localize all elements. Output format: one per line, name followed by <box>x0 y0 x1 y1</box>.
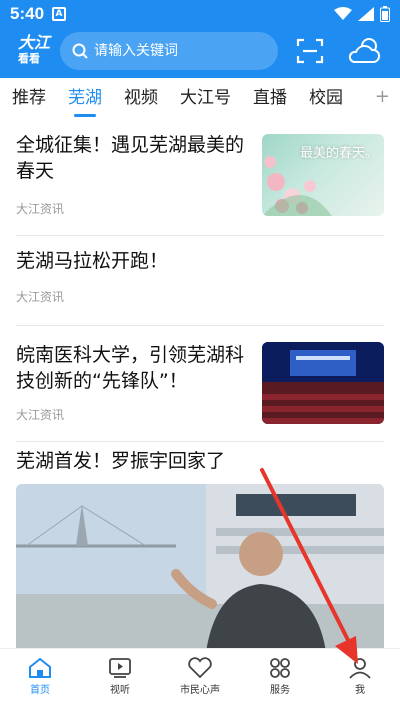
channel-tabs: 推荐 芜湖 视频 大江号 直播 校园 + <box>0 78 400 118</box>
thumbnail-caption: 最美的春天。 <box>299 146 378 161</box>
header-bar: 5:40 A 大江 看看 <box>0 0 400 78</box>
search-bar[interactable] <box>60 32 278 70</box>
news-source: 大江资讯 <box>16 408 65 422</box>
signal-icon <box>358 7 374 21</box>
news-item[interactable]: 皖南医科大学，引领芜湖科技创新的“先锋队”！ 大江资讯 <box>16 326 384 442</box>
nav-label: 首页 <box>30 685 50 696</box>
search-input[interactable] <box>94 43 264 59</box>
news-feed: 全城征集！遇见芜湖最美的春天 大江资讯 最美的春天。 芜湖马拉松开跑！ 大江资讯… <box>16 118 384 648</box>
conference-illustration <box>262 342 384 424</box>
news-thumbnail-conference-hall <box>262 342 384 424</box>
news-title: 芜湖马拉松开跑！ <box>16 250 169 272</box>
nav-home[interactable]: 首页 <box>0 649 80 710</box>
logo-text-top: 大江 <box>18 33 51 52</box>
video-play-icon <box>109 658 131 678</box>
tab-live[interactable]: 直播 <box>242 79 298 117</box>
user-icon <box>349 658 371 679</box>
news-source: 大江资讯 <box>16 202 65 216</box>
status-time: 5:40 <box>10 4 45 23</box>
nav-services[interactable]: 服务 <box>240 649 320 710</box>
news-thumbnail-spring-flowers: 最美的春天。 <box>262 134 384 216</box>
news-item[interactable]: 芜湖首发！罗振宇回家了 <box>16 442 384 648</box>
nav-label: 市民心声 <box>180 685 220 696</box>
bridge-and-man-illustration <box>16 484 384 648</box>
nav-me[interactable]: 我 <box>320 649 400 710</box>
nav-citizen-voice[interactable]: 市民心声 <box>160 649 240 710</box>
news-title: 芜湖首发！罗振宇回家了 <box>16 450 226 472</box>
wifi-icon <box>334 7 352 20</box>
news-source: 大江资讯 <box>16 290 65 304</box>
logo-text-bottom: 看看 <box>18 52 40 65</box>
tab-recommend[interactable]: 推荐 <box>0 79 57 117</box>
news-item[interactable]: 芜湖马拉松开跑！ 大江资讯 <box>16 236 384 326</box>
app-logo: 大江 看看 <box>18 34 52 70</box>
status-icons <box>334 6 390 22</box>
tab-dajianghao[interactable]: 大江号 <box>169 79 242 117</box>
nav-label: 视听 <box>110 685 130 696</box>
news-title: 皖南医科大学，引领芜湖科技创新的“先锋队”！ <box>16 344 245 392</box>
nav-label: 服务 <box>270 685 290 696</box>
news-item[interactable]: 全城征集！遇见芜湖最美的春天 大江资讯 最美的春天。 <box>16 118 384 236</box>
bottom-navigation: 首页 视听 市民心声 服务 我 <box>0 648 400 710</box>
weather-cloud-sun-icon[interactable] <box>348 36 382 66</box>
search-icon <box>72 43 88 59</box>
tab-wuhu[interactable]: 芜湖 <box>57 79 113 117</box>
services-grid-icon <box>270 658 290 678</box>
news-title: 全城征集！遇见芜湖最美的春天 <box>16 134 245 182</box>
app-screen: 5:40 A 大江 看看 推荐 芜湖 视频 大江号 <box>0 0 400 710</box>
tab-campus[interactable]: 校园 <box>298 79 354 117</box>
news-photo <box>16 484 384 648</box>
nav-audio-video[interactable]: 视听 <box>80 649 160 710</box>
heart-icon <box>188 657 212 679</box>
battery-icon <box>380 6 390 22</box>
home-icon <box>29 657 51 678</box>
notification-icon: A <box>52 7 66 21</box>
scan-icon[interactable] <box>296 38 324 64</box>
tab-video[interactable]: 视频 <box>113 79 169 117</box>
nav-label: 我 <box>355 685 365 696</box>
add-channel-icon[interactable]: + <box>375 86 390 107</box>
status-bar: 5:40 A <box>0 0 400 30</box>
